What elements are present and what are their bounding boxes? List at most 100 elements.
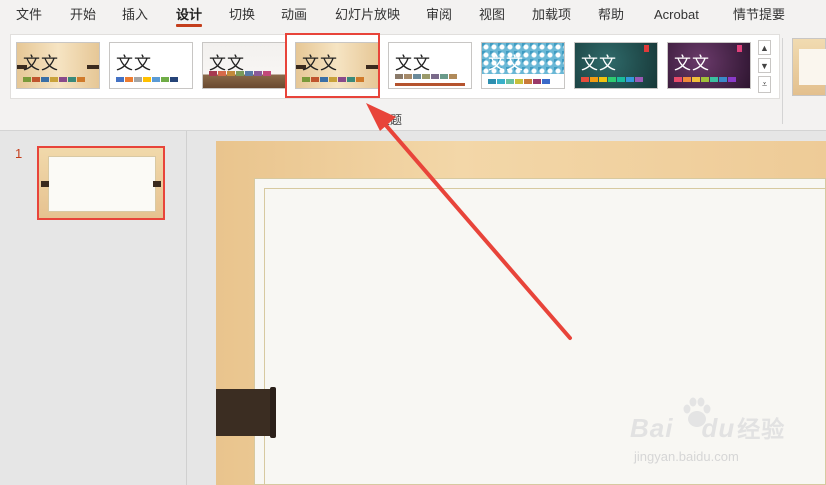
tab-slideshow[interactable]: 幻灯片放映 — [335, 0, 400, 30]
binder-decoration — [153, 181, 161, 187]
tab-home[interactable]: 开始 — [70, 0, 96, 30]
watermark-brand-cn: 经验 — [737, 416, 786, 442]
variant-paper — [799, 49, 826, 85]
ribbon-group-label: 主题 — [378, 113, 403, 127]
watermark-brand-2: du — [701, 413, 736, 443]
variant-thumbnail[interactable] — [792, 38, 826, 96]
watermark-url: jingyan.baidu.com — [634, 449, 739, 464]
tab-transitions[interactable]: 切换 — [229, 0, 255, 30]
tab-help[interactable]: 帮助 — [598, 0, 624, 30]
color-swatch — [134, 77, 142, 82]
color-swatch — [581, 77, 589, 82]
theme-sample-text: 文文 — [23, 54, 59, 74]
tab-design[interactable]: 设计 — [176, 0, 203, 30]
highlight-box — [285, 33, 380, 98]
tab-storyboard[interactable]: 情节提要 — [733, 0, 785, 30]
theme-sample-text: 文文 — [488, 54, 524, 74]
binder-decoration — [41, 181, 49, 187]
color-swatch — [116, 77, 124, 82]
color-swatch — [143, 77, 151, 82]
tab-file[interactable]: 文件 — [16, 0, 42, 30]
theme-swatches — [395, 74, 458, 79]
color-swatch — [710, 77, 718, 82]
color-swatch — [683, 77, 691, 82]
color-swatch — [59, 77, 67, 82]
theme-swatches — [581, 77, 644, 82]
theme-thumbnail[interactable]: 文文 — [667, 42, 751, 89]
theme-sample-text: 文文 — [116, 54, 152, 74]
color-swatch — [23, 77, 31, 82]
color-swatch — [218, 71, 226, 76]
color-swatch — [152, 77, 160, 82]
color-swatch — [533, 79, 541, 84]
tab-addins[interactable]: 加载项 — [532, 0, 571, 30]
color-swatch — [161, 77, 169, 82]
color-swatch — [515, 79, 523, 84]
theme-swatches — [116, 77, 179, 82]
color-swatch — [263, 71, 271, 76]
theme-thumbnail[interactable]: 文文 — [16, 42, 100, 89]
color-swatch — [674, 77, 682, 82]
color-swatch — [404, 74, 412, 79]
color-swatch — [227, 71, 235, 76]
tab-acrobat[interactable]: Acrobat — [654, 0, 699, 30]
binder-decoration — [87, 65, 99, 69]
watermark-logo: Bai du经验 — [630, 410, 785, 444]
tab-review[interactable]: 审阅 — [426, 0, 452, 30]
color-swatch — [524, 79, 532, 84]
color-swatch — [617, 77, 625, 82]
binder-edge — [270, 387, 276, 438]
color-swatch — [506, 79, 514, 84]
theme-thumbnail[interactable]: 文文 — [109, 42, 193, 89]
color-swatch — [542, 79, 550, 84]
thumbnail-paper — [48, 156, 156, 212]
color-swatch — [590, 77, 598, 82]
theme-sample-text: 文文 — [674, 54, 710, 74]
theme-swatches — [209, 71, 272, 76]
theme-sample-text: 文文 — [395, 54, 431, 74]
color-swatch — [422, 74, 430, 79]
tab-insert[interactable]: 插入 — [122, 0, 148, 30]
gallery-scroll-up-button[interactable]: ▲ — [758, 40, 771, 55]
slide-number: 1 — [15, 146, 23, 161]
theme-swatches — [674, 77, 737, 82]
tab-view[interactable]: 视图 — [479, 0, 505, 30]
color-swatch — [236, 71, 244, 76]
accent-bar — [395, 83, 465, 86]
color-swatch — [431, 74, 439, 79]
color-swatch — [41, 77, 49, 82]
theme-thumbnail[interactable]: 文文 — [574, 42, 658, 89]
color-swatch — [50, 77, 58, 82]
theme-thumbnail[interactable]: 文文 — [481, 42, 565, 89]
color-swatch — [170, 77, 178, 82]
theme-thumbnail[interactable]: 文文 — [388, 42, 472, 89]
group-separator — [782, 38, 783, 124]
expand-gallery-icon: ⩡ — [761, 79, 768, 89]
binder-clip — [216, 387, 276, 438]
ribbon-tab-bar: 文件 开始 插入 设计 切换 动画 幻灯片放映 审阅 视图 加载项 帮助 Acr… — [0, 0, 826, 30]
color-swatch — [719, 77, 727, 82]
gallery-more-button[interactable]: ⩡ — [758, 76, 771, 93]
color-swatch — [449, 74, 457, 79]
theme-sample-text: 文文 — [581, 54, 617, 74]
tab-animations[interactable]: 动画 — [281, 0, 307, 30]
color-swatch — [701, 77, 709, 82]
color-swatch — [488, 79, 496, 84]
color-swatch — [413, 74, 421, 79]
chevron-up-icon: ▲ — [760, 43, 769, 53]
color-swatch — [32, 77, 40, 82]
color-swatch — [440, 74, 448, 79]
color-swatch — [125, 77, 133, 82]
theme-swatches — [488, 79, 551, 84]
color-swatch — [254, 71, 262, 76]
gallery-scroll-down-button[interactable]: ▼ — [758, 58, 771, 73]
color-swatch — [497, 79, 505, 84]
theme-swatches — [23, 77, 86, 82]
bookmark-decoration — [644, 45, 649, 52]
slide-thumbnail[interactable] — [37, 146, 165, 220]
watermark-brand: Bai — [630, 413, 674, 443]
color-swatch — [692, 77, 700, 82]
chevron-down-icon: ▼ — [760, 61, 769, 71]
theme-thumbnail[interactable]: 文文 — [202, 42, 286, 89]
bookmark-decoration — [737, 45, 742, 52]
